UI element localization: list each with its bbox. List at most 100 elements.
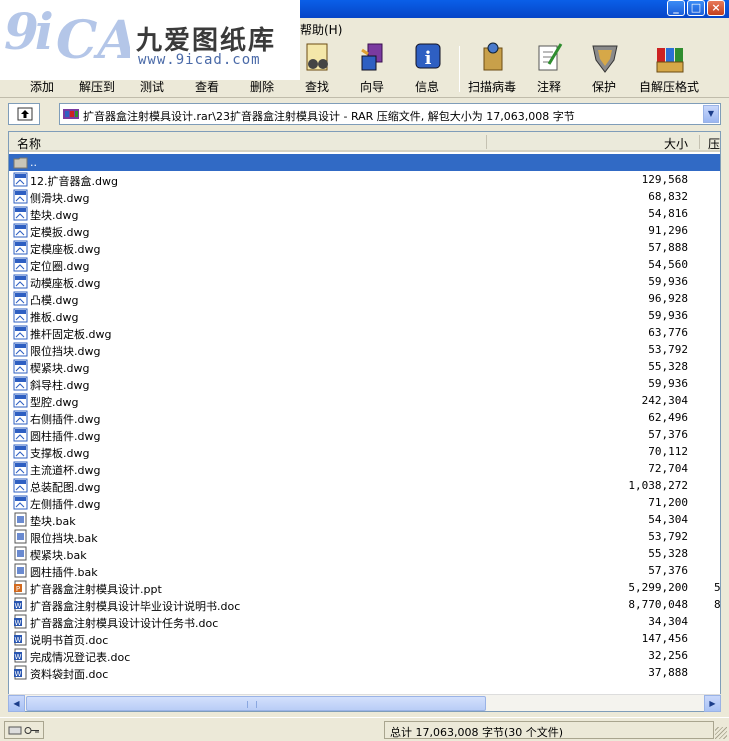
file-row[interactable]: 定模扳.dwg 91,296 bbox=[9, 222, 720, 239]
file-row[interactable]: 支撑板.dwg 70,112 bbox=[9, 443, 720, 460]
toolbar-separator bbox=[459, 46, 460, 92]
file-row[interactable]: P 扩音器盒注射模具设计.ppt 5,299,200 5, bbox=[9, 579, 721, 596]
dwg-file-icon bbox=[13, 495, 28, 510]
address-bar: 扩音器盒注射模具设计.rar\23扩音器盒注射模具设计 - RAR 压缩文件, … bbox=[0, 100, 729, 128]
bak-file-icon bbox=[14, 512, 27, 527]
file-row[interactable]: 右侧插件.dwg 62,496 bbox=[9, 409, 720, 426]
doc-file-icon: W bbox=[14, 614, 27, 629]
horizontal-scrollbar[interactable]: ◀ ▶ bbox=[8, 694, 721, 712]
file-name: 楔紧块.bak bbox=[30, 549, 87, 562]
sfx-icon bbox=[656, 48, 684, 73]
file-row[interactable]: 左侧插件.dwg 71,200 bbox=[9, 494, 720, 511]
file-row[interactable]: 圆柱插件.bak 57,376 bbox=[9, 562, 720, 579]
svg-text:CAD: CAD bbox=[56, 10, 130, 68]
file-row[interactable]: W 资料袋封面.doc 37,888 bbox=[9, 664, 720, 681]
logo-url: www.9icad.com bbox=[138, 52, 261, 68]
column-name[interactable]: 名称 bbox=[17, 135, 41, 152]
file-row[interactable]: 推杆固定板.dwg 63,776 bbox=[9, 324, 720, 341]
file-list[interactable]: 名称 大小 压缩 .. 12.扩音器盒.dwg 129,568 侧滑块.dwg 68,8… bbox=[8, 131, 721, 712]
up-folder-button[interactable] bbox=[8, 103, 40, 125]
file-size: 71,200 bbox=[648, 496, 688, 509]
file-size: 57,888 bbox=[648, 241, 688, 254]
file-row[interactable]: 限位挡块.bak 53,792 bbox=[9, 528, 720, 545]
scroll-thumb[interactable] bbox=[26, 696, 486, 711]
svg-text:W: W bbox=[15, 653, 22, 661]
file-row[interactable]: 斜导柱.dwg 59,936 bbox=[9, 375, 720, 392]
file-row[interactable]: 定模座板.dwg 57,888 bbox=[9, 239, 720, 256]
file-row[interactable]: 限位挡块.dwg 53,792 bbox=[9, 341, 720, 358]
dwg-file-icon bbox=[13, 342, 28, 357]
file-name: 垫块.bak bbox=[30, 515, 76, 528]
column-size[interactable]: 大小 bbox=[664, 135, 688, 152]
file-row[interactable]: W 扩音器盒注射模具设计设计任务书.doc 34,304 bbox=[9, 613, 720, 630]
logo-cad-glyph: CAD bbox=[56, 10, 130, 68]
file-row[interactable]: W 扩音器盒注射模具设计毕业设计说明书.doc 8,770,048 8, bbox=[9, 596, 720, 613]
close-button[interactable]: × bbox=[707, 0, 725, 16]
file-name: 推板.dwg bbox=[30, 311, 79, 324]
ppt-file-icon: P bbox=[14, 580, 27, 595]
dwg-file-icon bbox=[13, 376, 28, 391]
file-row[interactable]: 总装配图.dwg 1,038,272 bbox=[9, 477, 720, 494]
dwg-file-icon bbox=[13, 223, 28, 238]
file-name: 限位挡块.dwg bbox=[30, 345, 101, 358]
scroll-right-button[interactable]: ▶ bbox=[704, 695, 721, 712]
file-size: 72,704 bbox=[648, 462, 688, 475]
logo-mark: 9i bbox=[4, 2, 54, 61]
toolbar-info-button[interactable]: i 信息 bbox=[399, 38, 455, 96]
file-name: 支撑板.dwg bbox=[30, 447, 90, 460]
dwg-file-icon bbox=[13, 274, 28, 289]
toolbar-sfx-button[interactable]: 自解压格式 bbox=[631, 38, 707, 96]
file-row[interactable]: 楔紧块.dwg 55,328 bbox=[9, 358, 720, 375]
file-name: 凸模.dwg bbox=[30, 294, 79, 307]
svg-text:W: W bbox=[15, 602, 22, 610]
file-row[interactable]: W 说明书首页.doc 147,456 bbox=[9, 630, 720, 647]
parent-folder-row[interactable]: .. bbox=[9, 154, 720, 171]
file-row[interactable]: 推板.dwg 59,936 bbox=[9, 307, 720, 324]
file-row[interactable]: 凸模.dwg 96,928 bbox=[9, 290, 720, 307]
file-row[interactable]: 楔紧块.bak 55,328 bbox=[9, 545, 720, 562]
file-row[interactable]: 定位圈.dwg 54,560 bbox=[9, 256, 720, 273]
file-name: 完成情况登记表.doc bbox=[30, 651, 131, 664]
file-size: 96,928 bbox=[648, 292, 688, 305]
scroll-left-button[interactable]: ◀ bbox=[8, 695, 25, 712]
dwg-file-icon bbox=[13, 257, 28, 272]
svg-text:P: P bbox=[16, 585, 20, 593]
dwg-file-icon bbox=[13, 461, 28, 476]
file-row[interactable]: 型腔.dwg 242,304 bbox=[9, 392, 720, 409]
status-drive-cell bbox=[4, 721, 44, 739]
folder-icon bbox=[13, 157, 28, 169]
dwg-file-icon bbox=[13, 359, 28, 374]
toolbar-protect-button[interactable]: 保护 bbox=[576, 38, 632, 96]
file-size: 129,568 bbox=[641, 173, 688, 186]
menu-help[interactable]: 帮助(H) bbox=[300, 21, 342, 38]
file-row[interactable]: 垫块.dwg 54,816 bbox=[9, 205, 720, 222]
file-size: 57,376 bbox=[648, 564, 688, 577]
file-row[interactable]: 12.扩音器盒.dwg 129,568 bbox=[9, 171, 720, 188]
file-size: 59,936 bbox=[648, 309, 688, 322]
file-name: 型腔.dwg bbox=[30, 396, 79, 409]
toolbar-virus-scan-button[interactable]: 扫描病毒 bbox=[464, 38, 520, 96]
wizard-icon bbox=[361, 43, 383, 71]
file-row[interactable]: 圆柱插件.dwg 57,376 bbox=[9, 426, 720, 443]
file-compressed: 5, bbox=[714, 581, 721, 594]
file-row[interactable]: 垫块.bak 54,304 bbox=[9, 511, 720, 528]
file-row[interactable]: 侧滑块.dwg 68,832 bbox=[9, 188, 720, 205]
minimize-button[interactable]: _ bbox=[667, 0, 685, 16]
maximize-button[interactable]: □ bbox=[687, 0, 705, 16]
file-name: 扩音器盒注射模具设计毕业设计说明书.doc bbox=[30, 600, 241, 613]
toolbar-comment-button[interactable]: 注释 bbox=[521, 38, 577, 96]
file-row[interactable]: 动模座板.dwg 59,936 bbox=[9, 273, 720, 290]
file-name: 左侧插件.dwg bbox=[30, 498, 101, 511]
bak-file-icon bbox=[14, 563, 27, 578]
address-dropdown-button[interactable]: ▼ bbox=[703, 105, 719, 123]
column-divider[interactable] bbox=[486, 135, 487, 149]
file-row[interactable]: W 完成情况登记表.doc 32,256 bbox=[9, 647, 720, 664]
column-divider[interactable] bbox=[699, 135, 700, 149]
toolbar-wizard-button[interactable]: 向导 bbox=[344, 38, 400, 96]
address-field[interactable]: 扩音器盒注射模具设计.rar\23扩音器盒注射模具设计 - RAR 压缩文件, … bbox=[59, 103, 721, 125]
file-name: 扩音器盒注射模具设计设计任务书.doc bbox=[30, 617, 219, 630]
resize-grip[interactable] bbox=[715, 727, 727, 739]
info-icon: i bbox=[415, 43, 441, 69]
file-row[interactable]: 主流道杯.dwg 72,704 bbox=[9, 460, 720, 477]
status-total-cell: 总计 17,063,008 字节(30 个文件) bbox=[384, 721, 714, 739]
